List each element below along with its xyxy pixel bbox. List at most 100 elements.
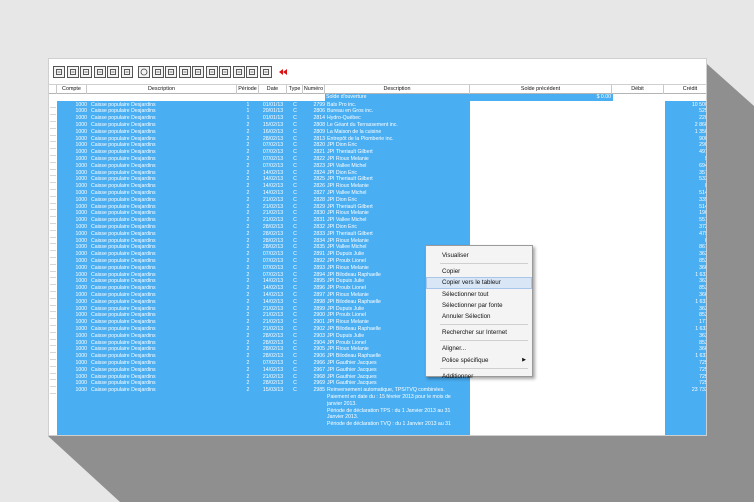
cell-periode: 2	[246, 339, 250, 346]
row-selector[interactable]	[50, 107, 56, 109]
col-solde-header[interactable]: Solde précédent	[470, 85, 612, 94]
row-selector[interactable]	[50, 209, 56, 211]
cell-description2: JPI Rioux Melanie	[327, 155, 369, 162]
print-preview-icon[interactable]	[66, 65, 79, 78]
row-selector[interactable]	[50, 195, 56, 197]
amount-icon[interactable]	[151, 65, 164, 78]
row-selector[interactable]	[50, 318, 56, 320]
row-selector[interactable]	[50, 379, 56, 381]
row-selector[interactable]	[50, 188, 56, 190]
row-selector[interactable]	[50, 161, 56, 163]
row-selector[interactable]	[50, 216, 56, 218]
cell-compte: 1000	[75, 210, 87, 217]
search-icon[interactable]	[80, 65, 92, 78]
row-selector[interactable]	[50, 182, 56, 184]
list-icon[interactable]	[192, 65, 204, 78]
row-selector[interactable]	[50, 222, 56, 224]
row-selector[interactable]	[50, 304, 56, 306]
row-selector[interactable]	[50, 345, 56, 347]
cell-description: Caisse populaire Desjardins	[91, 298, 156, 305]
cell-type: C	[293, 387, 297, 394]
row-selector[interactable]	[50, 386, 56, 388]
cell-credit: 0.00	[665, 238, 706, 245]
menu-item-police-specifique[interactable]: Police spécifique ▶	[426, 355, 532, 366]
text-size-icon[interactable]	[219, 65, 231, 78]
cell-date: 28/02/13	[262, 223, 284, 230]
menu-item-rechercher-sur-internet[interactable]: Rechercher sur Internet	[426, 327, 532, 338]
copy-icon[interactable]	[165, 65, 177, 78]
row-selector[interactable]	[50, 141, 56, 143]
export-icon[interactable]	[107, 65, 119, 78]
row-selector[interactable]	[50, 243, 56, 245]
col-periode-header[interactable]: Période	[237, 85, 259, 94]
cell-credit: 363.12	[699, 278, 707, 285]
cell-periode: 2	[246, 298, 250, 305]
col-compte-header[interactable]: Compte	[57, 85, 87, 94]
col-type-header[interactable]: Type	[287, 85, 303, 94]
row-selector[interactable]	[50, 392, 56, 394]
row-selector[interactable]	[50, 256, 56, 258]
menu-item-annuler-selection[interactable]: Annuler Sélection	[426, 311, 532, 322]
col-description-header[interactable]: Description	[87, 85, 237, 94]
row-selector[interactable]	[50, 134, 56, 136]
cell-type: C	[293, 189, 297, 196]
save-icon[interactable]	[93, 65, 106, 78]
calculator-icon[interactable]	[120, 65, 133, 78]
row-selector[interactable]	[50, 284, 56, 286]
row-selector[interactable]	[50, 270, 56, 272]
cell-compte: 1000	[75, 176, 87, 183]
row-selector[interactable]	[50, 250, 56, 252]
cell-description: Caisse populaire Desjardins	[91, 183, 156, 190]
menu-item-selectionner-tout[interactable]: Sélectionner tout	[426, 289, 532, 300]
row-selector[interactable]	[50, 277, 56, 279]
table-icon[interactable]	[178, 65, 191, 78]
col-credit-header[interactable]: Crédit	[664, 85, 706, 94]
row-selector[interactable]	[50, 290, 56, 292]
row-selector[interactable]	[50, 297, 56, 299]
row-selector[interactable]	[50, 365, 56, 367]
binoculars-next-icon[interactable]	[259, 65, 272, 78]
cell-compte: 1000	[75, 278, 87, 285]
row-selector[interactable]	[50, 229, 56, 231]
menu-item-additionner[interactable]: Additionner	[426, 371, 532, 382]
cell-description: Caisse populaire Desjardins	[91, 121, 156, 128]
menu-item-aligner[interactable]: Aligner...	[426, 343, 532, 354]
menu-item-copier-vers-le-tableur[interactable]: Copier vers le tableur	[426, 277, 532, 289]
row-selector[interactable]	[50, 358, 56, 360]
printer-icon[interactable]	[53, 65, 65, 78]
row-selector[interactable]	[50, 127, 56, 129]
row-selector[interactable]	[50, 311, 56, 313]
row-selector[interactable]	[50, 175, 56, 177]
report-grid[interactable]: Compte Description Période Date Type Num…	[49, 85, 707, 435]
row-selector[interactable]	[50, 236, 56, 238]
row-selector[interactable]	[50, 114, 56, 116]
row-selector[interactable]	[50, 202, 56, 204]
cell-credit: 725.03	[699, 380, 707, 387]
text-icon[interactable]	[232, 65, 245, 78]
menu-item-selectionner-par-fonte[interactable]: Sélectionner par fonte	[426, 300, 532, 311]
cell-numero: 2808	[313, 121, 325, 128]
return-icon[interactable]	[205, 65, 218, 78]
cell-description: Caisse populaire Desjardins	[91, 217, 156, 224]
menu-item-copier[interactable]: Copier	[426, 266, 532, 277]
row-selector[interactable]	[50, 263, 56, 265]
cell-compte: 1000	[75, 203, 87, 210]
row-selector[interactable]	[50, 331, 56, 333]
col-debit-header[interactable]: Débit	[612, 85, 664, 94]
cell-numero: 2832	[313, 223, 325, 230]
row-selector[interactable]	[50, 324, 56, 326]
row-selector[interactable]	[50, 352, 56, 354]
row-selector[interactable]	[50, 372, 56, 374]
col-numero-header[interactable]: Numéro	[303, 85, 325, 94]
row-selector[interactable]	[50, 168, 56, 170]
row-selector[interactable]	[50, 338, 56, 340]
menu-item-visualiser[interactable]: Visualiser	[426, 250, 532, 261]
col-date-header[interactable]: Date	[259, 85, 287, 94]
rewind-icon[interactable]	[277, 66, 289, 78]
binoculars-icon[interactable]	[246, 65, 258, 78]
row-selector[interactable]	[50, 120, 56, 122]
circle-icon[interactable]	[138, 65, 150, 78]
col-description2-header[interactable]: Description	[325, 85, 470, 94]
row-selector[interactable]	[50, 154, 56, 156]
row-selector[interactable]	[50, 148, 56, 150]
